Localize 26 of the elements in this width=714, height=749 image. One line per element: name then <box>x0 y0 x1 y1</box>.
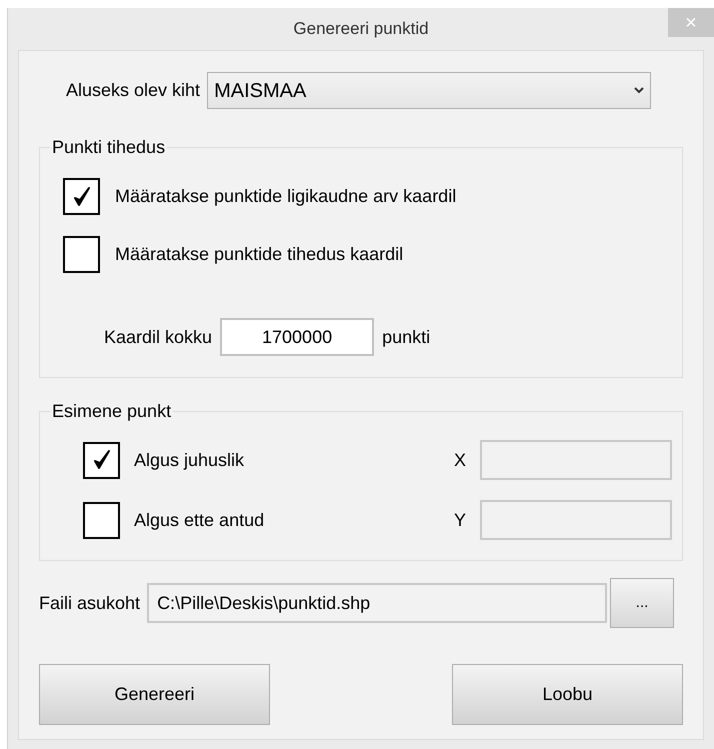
coordinate-field[interactable] <box>480 440 672 480</box>
file-label: Faili asukoht <box>39 592 140 614</box>
chevron-down-icon <box>634 87 644 94</box>
coordinate-label: Y <box>454 508 468 532</box>
checkbox[interactable] <box>83 502 120 538</box>
dialog-button[interactable]: Loobu <box>452 664 683 725</box>
option-label: Määratakse punktide ligikaudne arv kaardil <box>115 185 456 208</box>
option-label: Määratakse punktide tihedus kaardil <box>115 243 404 266</box>
browse-button[interactable]: ... <box>610 578 674 628</box>
window-title: Genereeri punktid <box>293 18 429 40</box>
file-path-field[interactable]: C:\Pille\Deskis\punktid.shp <box>147 583 608 623</box>
checkbox[interactable] <box>83 442 120 478</box>
option-label: Algus juhuslik <box>134 448 246 472</box>
unit-label: punkti <box>382 326 430 349</box>
coordinate-field[interactable] <box>480 500 672 540</box>
layer-label: Aluseks olev kiht <box>66 79 200 102</box>
layer-dropdown[interactable]: MAISMAA <box>207 72 652 109</box>
total-label: Kaardil kokku <box>104 326 212 348</box>
option-label: Algus ette antud <box>134 508 266 532</box>
dialog-button[interactable]: Genereeri <box>39 664 270 725</box>
checkmark-icon <box>72 186 90 208</box>
coordinate-label: X <box>454 448 468 472</box>
checkmark-icon <box>92 449 110 471</box>
total-field[interactable]: 1700000 <box>220 318 374 356</box>
checkbox[interactable] <box>63 178 100 215</box>
checkbox[interactable] <box>63 236 100 273</box>
